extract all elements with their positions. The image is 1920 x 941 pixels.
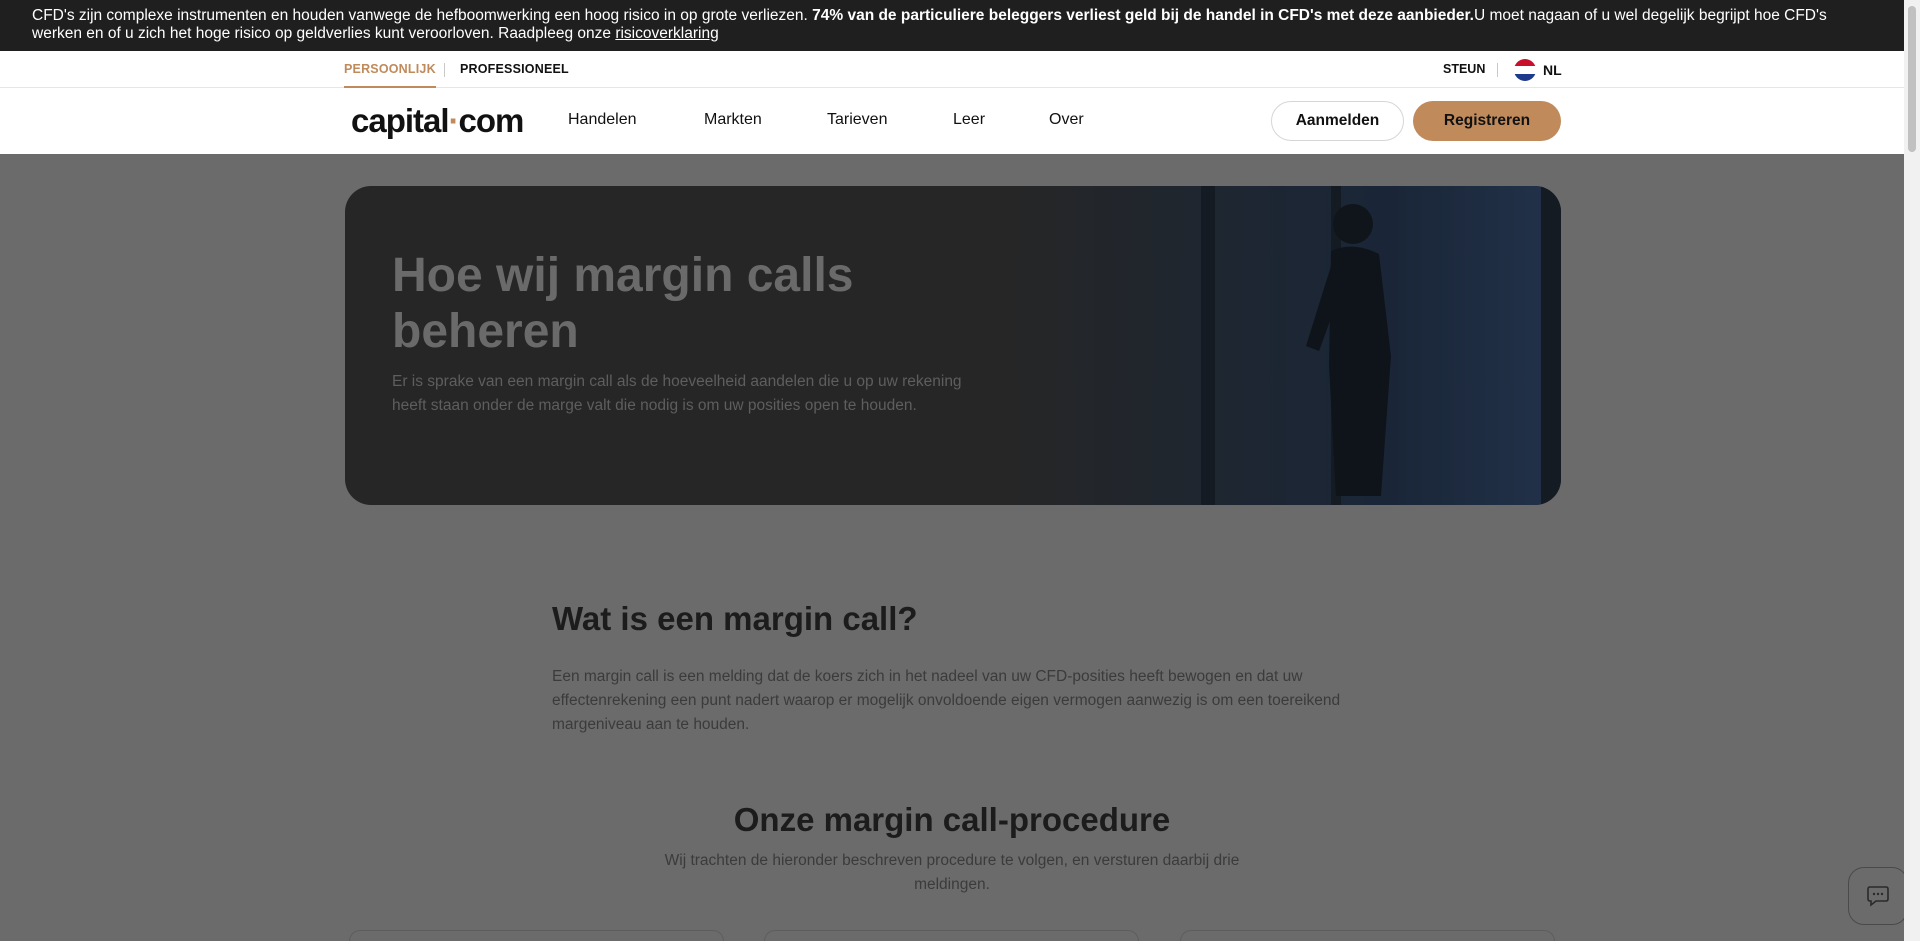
section-title-what-is-margin-call: Wat is een margin call? bbox=[552, 600, 918, 637]
hero-subtitle: Er is sprake van een margin call als de … bbox=[392, 373, 962, 414]
language-code: NL bbox=[1543, 62, 1562, 78]
risk-warning-bold-text: 74% van de particuliere beleggers verlie… bbox=[812, 7, 1474, 24]
section-title-procedure: Onze margin call-procedure bbox=[733, 801, 1171, 838]
main-navigation: capital·com Handelen Markten Tarieven Le… bbox=[0, 88, 1904, 154]
support-link[interactable]: STEUN bbox=[1443, 51, 1485, 88]
top-navigation: PERSOONLIJK PROFESSIONEEL STEUN NL bbox=[0, 51, 1904, 88]
scrollbar-thumb[interactable] bbox=[1908, 6, 1916, 152]
logo-text-left: capital bbox=[351, 102, 450, 139]
nav-item-leer[interactable]: Leer bbox=[953, 111, 985, 129]
segment-tab-personal[interactable]: PERSOONLIJK bbox=[344, 51, 436, 88]
language-selector[interactable]: NL bbox=[1514, 59, 1562, 81]
nav-item-over[interactable]: Over bbox=[1049, 111, 1084, 129]
procedure-card bbox=[764, 930, 1139, 941]
nav-item-handelen[interactable]: Handelen bbox=[568, 111, 637, 129]
netherlands-flag-icon bbox=[1514, 59, 1536, 81]
risk-disclosure-link[interactable]: risicoverklaring bbox=[615, 25, 718, 42]
businessman-silhouette-icon bbox=[1306, 204, 1391, 496]
logo-dot: · bbox=[448, 102, 460, 139]
procedure-card bbox=[1180, 930, 1555, 941]
logo-text-right: com bbox=[458, 102, 525, 139]
chat-button[interactable] bbox=[1848, 867, 1908, 925]
register-button[interactable]: Registreren bbox=[1413, 101, 1561, 141]
login-button[interactable]: Aanmelden bbox=[1271, 101, 1404, 141]
procedure-card bbox=[349, 930, 724, 941]
language-divider bbox=[1497, 63, 1498, 77]
chat-icon bbox=[1867, 886, 1889, 907]
hero-banner: Hoe wij margin calls beheren Er is sprak… bbox=[345, 186, 1561, 505]
section-body-what-is-margin-call: Een margin call is een melding dat de ko… bbox=[552, 668, 1341, 733]
capital-com-logo[interactable]: capital·com bbox=[351, 102, 525, 140]
risk-warning-text: CFD's zijn complexe instrumenten en houd… bbox=[32, 7, 813, 24]
hero-title: Hoe wij margin calls beheren bbox=[392, 249, 854, 358]
segment-divider bbox=[444, 63, 445, 77]
hero-image bbox=[1001, 186, 1561, 505]
nav-item-tarieven[interactable]: Tarieven bbox=[827, 111, 887, 129]
risk-warning-banner: CFD's zijn complexe instrumenten en houd… bbox=[0, 0, 1904, 51]
section-subtitle-procedure: Wij trachten de hieronder beschreven pro… bbox=[664, 852, 1240, 893]
segment-tab-professional[interactable]: PROFESSIONEEL bbox=[460, 51, 569, 88]
nav-item-markten[interactable]: Markten bbox=[704, 111, 762, 129]
